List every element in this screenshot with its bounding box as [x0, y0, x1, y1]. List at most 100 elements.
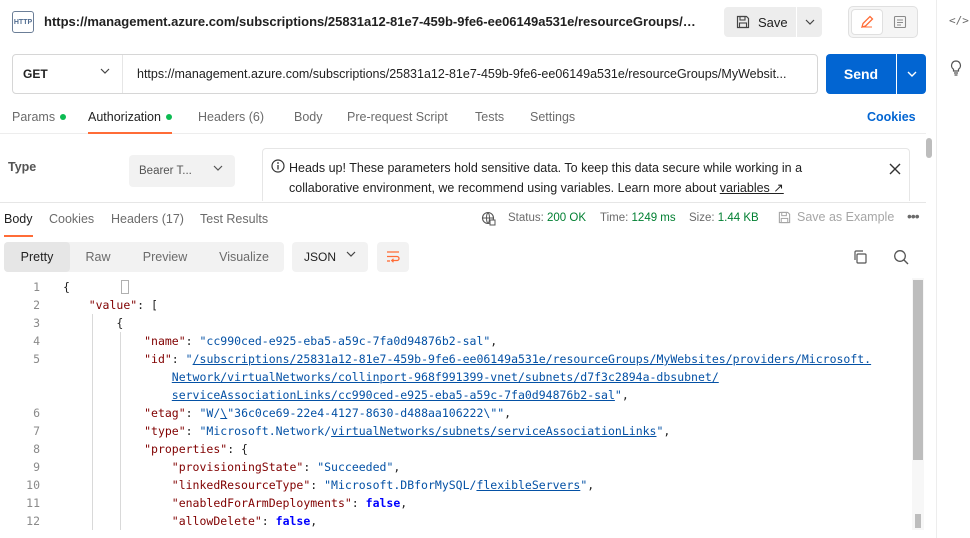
code-text: "provisioningState": "Succeeded", — [171, 460, 401, 474]
line-number: 3 — [33, 316, 40, 330]
size-meta: Size: 1.44 KB — [689, 212, 759, 224]
close-icon[interactable] — [887, 161, 903, 177]
tab-pre-request-script[interactable]: Pre-request Script — [347, 110, 448, 124]
time-value[interactable]: 1249 ms — [632, 212, 676, 224]
line-number: 4 — [33, 334, 40, 348]
documentation-mode-button[interactable] — [885, 9, 915, 35]
cookies-link[interactable]: Cookies — [867, 110, 916, 124]
wrap-lines-icon — [387, 251, 400, 263]
auth-type-select[interactable]: Bearer T... — [129, 155, 235, 187]
tab-test-results[interactable]: Test Results — [200, 212, 268, 226]
view-visualize[interactable]: Visualize — [204, 242, 284, 272]
code-text: "etag": "W/\"36c0ce69-22e4-4127-8630-d48… — [144, 406, 512, 420]
code-text: "type": "Microsoft.Network/virtualNetwor… — [144, 424, 671, 438]
search-icon[interactable] — [893, 249, 909, 265]
tab-label: Params — [12, 110, 56, 124]
editor-scrollbar-thumb[interactable] — [913, 280, 923, 460]
save-as-example-button[interactable]: Save as Example — [778, 210, 894, 224]
banner-message: Heads up! These parameters hold sensitiv… — [289, 158, 869, 198]
line-number: 6 — [33, 406, 40, 420]
code-text: { — [61, 278, 129, 296]
time-label: Time: — [600, 212, 629, 224]
authorization-panel: Type Bearer T... Heads up! These paramet… — [0, 135, 926, 201]
variables-link[interactable]: variables ↗ — [720, 181, 784, 195]
status-value[interactable]: 200 OK — [547, 212, 586, 224]
format-value: JSON — [304, 250, 337, 264]
code-text: "value": [ — [88, 298, 158, 312]
status-label: Status: — [508, 212, 544, 224]
request-title[interactable]: https://management.azure.com/subscriptio… — [44, 14, 704, 29]
info-icon — [271, 159, 285, 173]
chevron-down-icon — [213, 165, 223, 171]
line-number: 7 — [33, 424, 40, 438]
response-tabs: Body Cookies Headers (17) Test Results S… — [0, 202, 926, 237]
tab-settings[interactable]: Settings — [530, 110, 575, 124]
floppy-disk-icon — [736, 15, 750, 29]
send-button[interactable]: Send — [826, 54, 896, 94]
size-label: Size: — [689, 212, 715, 224]
view-raw[interactable]: Raw — [70, 242, 126, 272]
line-number: 5 — [33, 352, 40, 366]
wrap-lines-button[interactable] — [377, 242, 409, 272]
view-preview[interactable]: Preview — [126, 242, 204, 272]
view-pretty[interactable]: Pretty — [4, 242, 70, 272]
save-options-button[interactable] — [797, 7, 822, 37]
size-value[interactable]: 1.44 KB — [718, 212, 759, 224]
line-number: 11 — [26, 496, 40, 510]
lightbulb-icon[interactable] — [950, 60, 962, 79]
request-url-bar: GET https://management.azure.com/subscri… — [12, 54, 818, 94]
copy-icon[interactable] — [852, 249, 868, 265]
tab-response-body[interactable]: Body — [4, 212, 33, 237]
status-dot — [60, 113, 67, 120]
globe-network-icon[interactable] — [481, 211, 496, 226]
right-sidebar: </> — [936, 0, 970, 538]
floppy-disk-icon — [778, 211, 791, 223]
edit-mode-button[interactable] — [851, 9, 883, 35]
chevron-down-icon — [346, 251, 356, 257]
line-number: 12 — [26, 514, 40, 528]
format-select[interactable]: JSON — [292, 242, 368, 272]
code-text: "name": "cc990ced-e925-eba5-a59c-7fa0d94… — [144, 334, 498, 348]
line-number: 2 — [33, 298, 40, 312]
editor-scrollbar-marker — [915, 514, 921, 528]
method-select[interactable]: GET — [13, 55, 123, 93]
tab-headers[interactable]: Headers (6) — [198, 110, 264, 124]
status-meta: Status: 200 OK — [508, 212, 586, 224]
line-number: 10 — [26, 478, 40, 492]
tab-tests[interactable]: Tests — [475, 110, 504, 124]
request-tabs: Params Authorization Headers (6) Body Pr… — [0, 100, 926, 134]
code-text: { — [61, 316, 124, 330]
more-options-icon[interactable]: ••• — [907, 208, 920, 224]
line-number: 1 — [33, 280, 40, 294]
url-input[interactable]: https://management.azure.com/subscriptio… — [137, 67, 813, 81]
save-label: Save — [758, 14, 788, 30]
line-number: 8 — [33, 442, 40, 456]
save-as-example-label: Save as Example — [797, 210, 895, 224]
method-value: GET — [23, 67, 48, 81]
panel-scrollbar[interactable] — [926, 138, 932, 158]
code-text: "allowDelete": false, — [171, 514, 318, 528]
document-icon — [893, 15, 907, 29]
chevron-down-icon — [805, 19, 814, 25]
request-title-bar: HTTP https://management.azure.com/subscr… — [0, 0, 936, 44]
code-text: "id": "/subscriptions/25831a12-81e7-459b… — [144, 352, 872, 366]
response-body-editor[interactable]: 1 {2 "value": [ 3 {4 "name": "cc990ced-e92… — [0, 278, 912, 530]
tab-params[interactable]: Params — [12, 110, 67, 124]
sensitive-data-banner: Heads up! These parameters hold sensitiv… — [262, 148, 910, 201]
tab-response-cookies[interactable]: Cookies — [49, 212, 94, 226]
code-text: serviceAssociationLinks/cc990ced-e925-eb… — [171, 388, 629, 402]
tab-authorization[interactable]: Authorization — [88, 110, 172, 134]
code-snippet-icon[interactable]: </> — [949, 14, 969, 27]
code-text: "properties": { — [144, 442, 248, 456]
tab-body[interactable]: Body — [294, 110, 323, 124]
save-button[interactable]: Save — [724, 7, 796, 37]
send-options-button[interactable] — [897, 54, 926, 94]
code-text: "enabledForArmDeployments": false, — [171, 496, 408, 510]
code-text: "linkedResourceType": "Microsoft.DBforMy… — [171, 478, 595, 492]
chevron-down-icon — [907, 71, 916, 77]
code-text: Network/virtualNetworks/collinport-968f9… — [171, 370, 719, 384]
status-dot — [165, 113, 172, 120]
tab-label: Authorization — [88, 110, 161, 124]
tab-response-headers[interactable]: Headers (17) — [111, 212, 184, 226]
time-meta: Time: 1249 ms — [600, 212, 676, 224]
